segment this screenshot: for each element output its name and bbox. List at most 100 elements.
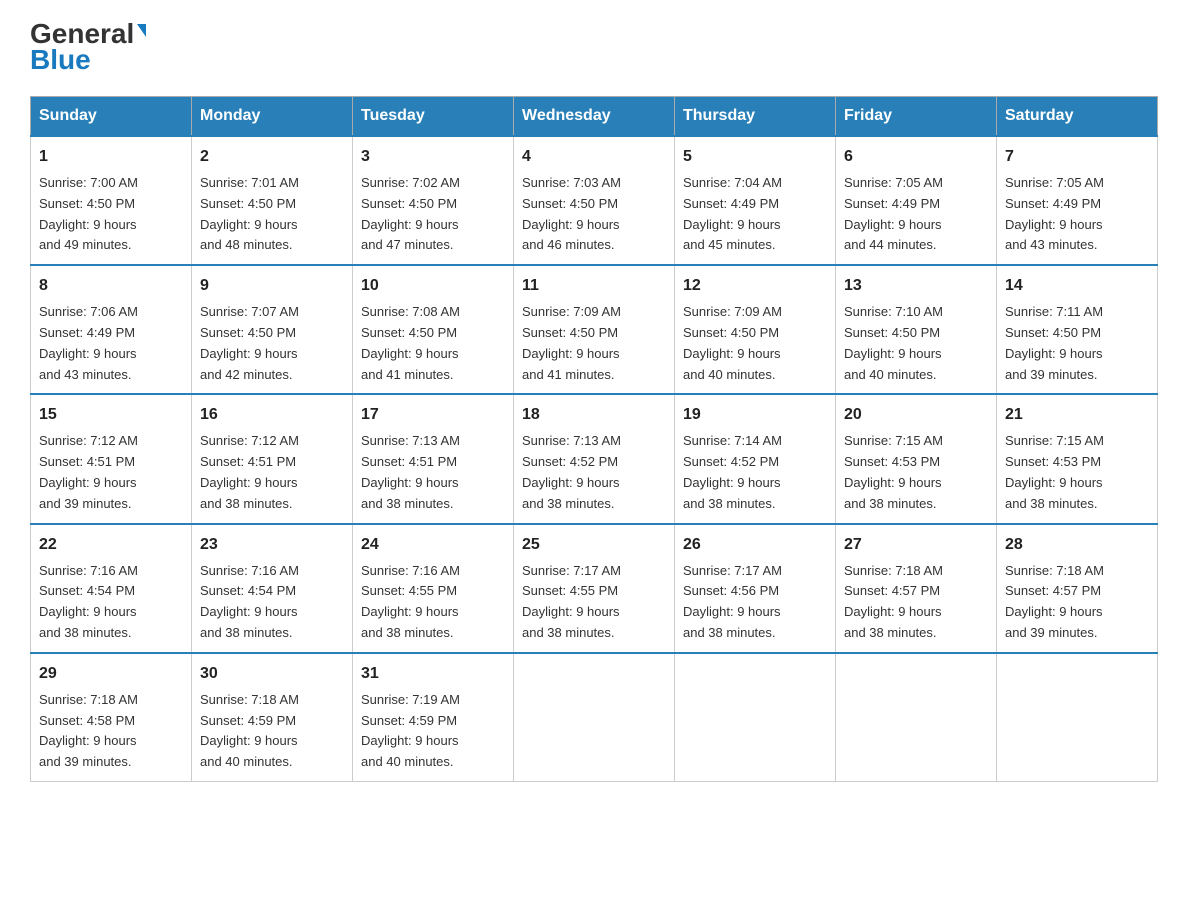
day-info: Sunrise: 7:15 AMSunset: 4:53 PMDaylight:…: [1005, 433, 1104, 510]
day-info: Sunrise: 7:18 AMSunset: 4:57 PMDaylight:…: [1005, 563, 1104, 640]
calendar-cell: [675, 653, 836, 782]
day-number: 27: [844, 533, 988, 557]
day-info: Sunrise: 7:16 AMSunset: 4:55 PMDaylight:…: [361, 563, 460, 640]
day-info: Sunrise: 7:12 AMSunset: 4:51 PMDaylight:…: [39, 433, 138, 510]
calendar-cell: 27 Sunrise: 7:18 AMSunset: 4:57 PMDaylig…: [836, 524, 997, 653]
calendar-week-2: 8 Sunrise: 7:06 AMSunset: 4:49 PMDayligh…: [31, 265, 1158, 394]
calendar-cell: 3 Sunrise: 7:02 AMSunset: 4:50 PMDayligh…: [353, 136, 514, 265]
day-number: 17: [361, 403, 505, 427]
day-number: 23: [200, 533, 344, 557]
day-number: 30: [200, 662, 344, 686]
calendar-cell: 22 Sunrise: 7:16 AMSunset: 4:54 PMDaylig…: [31, 524, 192, 653]
calendar-cell: 1 Sunrise: 7:00 AMSunset: 4:50 PMDayligh…: [31, 136, 192, 265]
day-number: 11: [522, 274, 666, 298]
logo-bottom: Blue: [30, 44, 91, 76]
calendar-cell: 8 Sunrise: 7:06 AMSunset: 4:49 PMDayligh…: [31, 265, 192, 394]
calendar-cell: 20 Sunrise: 7:15 AMSunset: 4:53 PMDaylig…: [836, 394, 997, 523]
weekday-header-tuesday: Tuesday: [353, 97, 514, 137]
calendar-week-3: 15 Sunrise: 7:12 AMSunset: 4:51 PMDaylig…: [31, 394, 1158, 523]
day-number: 20: [844, 403, 988, 427]
day-info: Sunrise: 7:13 AMSunset: 4:51 PMDaylight:…: [361, 433, 460, 510]
calendar-cell: 9 Sunrise: 7:07 AMSunset: 4:50 PMDayligh…: [192, 265, 353, 394]
day-number: 19: [683, 403, 827, 427]
day-info: Sunrise: 7:14 AMSunset: 4:52 PMDaylight:…: [683, 433, 782, 510]
day-info: Sunrise: 7:16 AMSunset: 4:54 PMDaylight:…: [39, 563, 138, 640]
calendar-cell: 13 Sunrise: 7:10 AMSunset: 4:50 PMDaylig…: [836, 265, 997, 394]
calendar-week-4: 22 Sunrise: 7:16 AMSunset: 4:54 PMDaylig…: [31, 524, 1158, 653]
day-number: 4: [522, 145, 666, 169]
day-info: Sunrise: 7:17 AMSunset: 4:56 PMDaylight:…: [683, 563, 782, 640]
calendar-cell: 18 Sunrise: 7:13 AMSunset: 4:52 PMDaylig…: [514, 394, 675, 523]
day-info: Sunrise: 7:00 AMSunset: 4:50 PMDaylight:…: [39, 175, 138, 252]
day-number: 28: [1005, 533, 1149, 557]
day-info: Sunrise: 7:18 AMSunset: 4:59 PMDaylight:…: [200, 692, 299, 769]
day-number: 10: [361, 274, 505, 298]
day-info: Sunrise: 7:05 AMSunset: 4:49 PMDaylight:…: [844, 175, 943, 252]
day-number: 31: [361, 662, 505, 686]
day-info: Sunrise: 7:04 AMSunset: 4:49 PMDaylight:…: [683, 175, 782, 252]
calendar-cell: 15 Sunrise: 7:12 AMSunset: 4:51 PMDaylig…: [31, 394, 192, 523]
calendar-cell: 29 Sunrise: 7:18 AMSunset: 4:58 PMDaylig…: [31, 653, 192, 782]
day-number: 8: [39, 274, 183, 298]
day-info: Sunrise: 7:15 AMSunset: 4:53 PMDaylight:…: [844, 433, 943, 510]
day-number: 7: [1005, 145, 1149, 169]
day-number: 6: [844, 145, 988, 169]
day-info: Sunrise: 7:07 AMSunset: 4:50 PMDaylight:…: [200, 304, 299, 381]
day-number: 22: [39, 533, 183, 557]
day-info: Sunrise: 7:11 AMSunset: 4:50 PMDaylight:…: [1005, 304, 1103, 381]
calendar-cell: 28 Sunrise: 7:18 AMSunset: 4:57 PMDaylig…: [997, 524, 1158, 653]
weekday-header-thursday: Thursday: [675, 97, 836, 137]
calendar-cell: 6 Sunrise: 7:05 AMSunset: 4:49 PMDayligh…: [836, 136, 997, 265]
day-info: Sunrise: 7:10 AMSunset: 4:50 PMDaylight:…: [844, 304, 943, 381]
page-header: General Blue: [30, 20, 1158, 76]
calendar-cell: [514, 653, 675, 782]
calendar-cell: 4 Sunrise: 7:03 AMSunset: 4:50 PMDayligh…: [514, 136, 675, 265]
day-info: Sunrise: 7:17 AMSunset: 4:55 PMDaylight:…: [522, 563, 621, 640]
calendar-cell: 14 Sunrise: 7:11 AMSunset: 4:50 PMDaylig…: [997, 265, 1158, 394]
day-number: 5: [683, 145, 827, 169]
calendar-week-1: 1 Sunrise: 7:00 AMSunset: 4:50 PMDayligh…: [31, 136, 1158, 265]
calendar-cell: 5 Sunrise: 7:04 AMSunset: 4:49 PMDayligh…: [675, 136, 836, 265]
weekday-header-wednesday: Wednesday: [514, 97, 675, 137]
day-info: Sunrise: 7:02 AMSunset: 4:50 PMDaylight:…: [361, 175, 460, 252]
day-info: Sunrise: 7:08 AMSunset: 4:50 PMDaylight:…: [361, 304, 460, 381]
weekday-header-monday: Monday: [192, 97, 353, 137]
calendar-cell: 16 Sunrise: 7:12 AMSunset: 4:51 PMDaylig…: [192, 394, 353, 523]
day-info: Sunrise: 7:01 AMSunset: 4:50 PMDaylight:…: [200, 175, 299, 252]
day-number: 2: [200, 145, 344, 169]
day-info: Sunrise: 7:16 AMSunset: 4:54 PMDaylight:…: [200, 563, 299, 640]
calendar-cell: 2 Sunrise: 7:01 AMSunset: 4:50 PMDayligh…: [192, 136, 353, 265]
calendar-cell: 12 Sunrise: 7:09 AMSunset: 4:50 PMDaylig…: [675, 265, 836, 394]
day-number: 29: [39, 662, 183, 686]
day-info: Sunrise: 7:09 AMSunset: 4:50 PMDaylight:…: [522, 304, 621, 381]
calendar-cell: 10 Sunrise: 7:08 AMSunset: 4:50 PMDaylig…: [353, 265, 514, 394]
day-number: 16: [200, 403, 344, 427]
calendar-cell: [997, 653, 1158, 782]
calendar-week-5: 29 Sunrise: 7:18 AMSunset: 4:58 PMDaylig…: [31, 653, 1158, 782]
day-info: Sunrise: 7:19 AMSunset: 4:59 PMDaylight:…: [361, 692, 460, 769]
calendar-cell: 23 Sunrise: 7:16 AMSunset: 4:54 PMDaylig…: [192, 524, 353, 653]
day-number: 21: [1005, 403, 1149, 427]
day-info: Sunrise: 7:18 AMSunset: 4:57 PMDaylight:…: [844, 563, 943, 640]
day-info: Sunrise: 7:18 AMSunset: 4:58 PMDaylight:…: [39, 692, 138, 769]
day-number: 25: [522, 533, 666, 557]
day-number: 14: [1005, 274, 1149, 298]
day-number: 12: [683, 274, 827, 298]
calendar-table: SundayMondayTuesdayWednesdayThursdayFrid…: [30, 96, 1158, 782]
calendar-cell: [836, 653, 997, 782]
weekday-header-friday: Friday: [836, 97, 997, 137]
day-number: 26: [683, 533, 827, 557]
logo: General Blue: [30, 20, 146, 76]
weekday-header-sunday: Sunday: [31, 97, 192, 137]
day-number: 15: [39, 403, 183, 427]
day-number: 1: [39, 145, 183, 169]
calendar-cell: 21 Sunrise: 7:15 AMSunset: 4:53 PMDaylig…: [997, 394, 1158, 523]
day-info: Sunrise: 7:09 AMSunset: 4:50 PMDaylight:…: [683, 304, 782, 381]
day-info: Sunrise: 7:05 AMSunset: 4:49 PMDaylight:…: [1005, 175, 1104, 252]
day-number: 9: [200, 274, 344, 298]
day-info: Sunrise: 7:13 AMSunset: 4:52 PMDaylight:…: [522, 433, 621, 510]
calendar-cell: 26 Sunrise: 7:17 AMSunset: 4:56 PMDaylig…: [675, 524, 836, 653]
calendar-cell: 24 Sunrise: 7:16 AMSunset: 4:55 PMDaylig…: [353, 524, 514, 653]
day-number: 24: [361, 533, 505, 557]
day-number: 18: [522, 403, 666, 427]
